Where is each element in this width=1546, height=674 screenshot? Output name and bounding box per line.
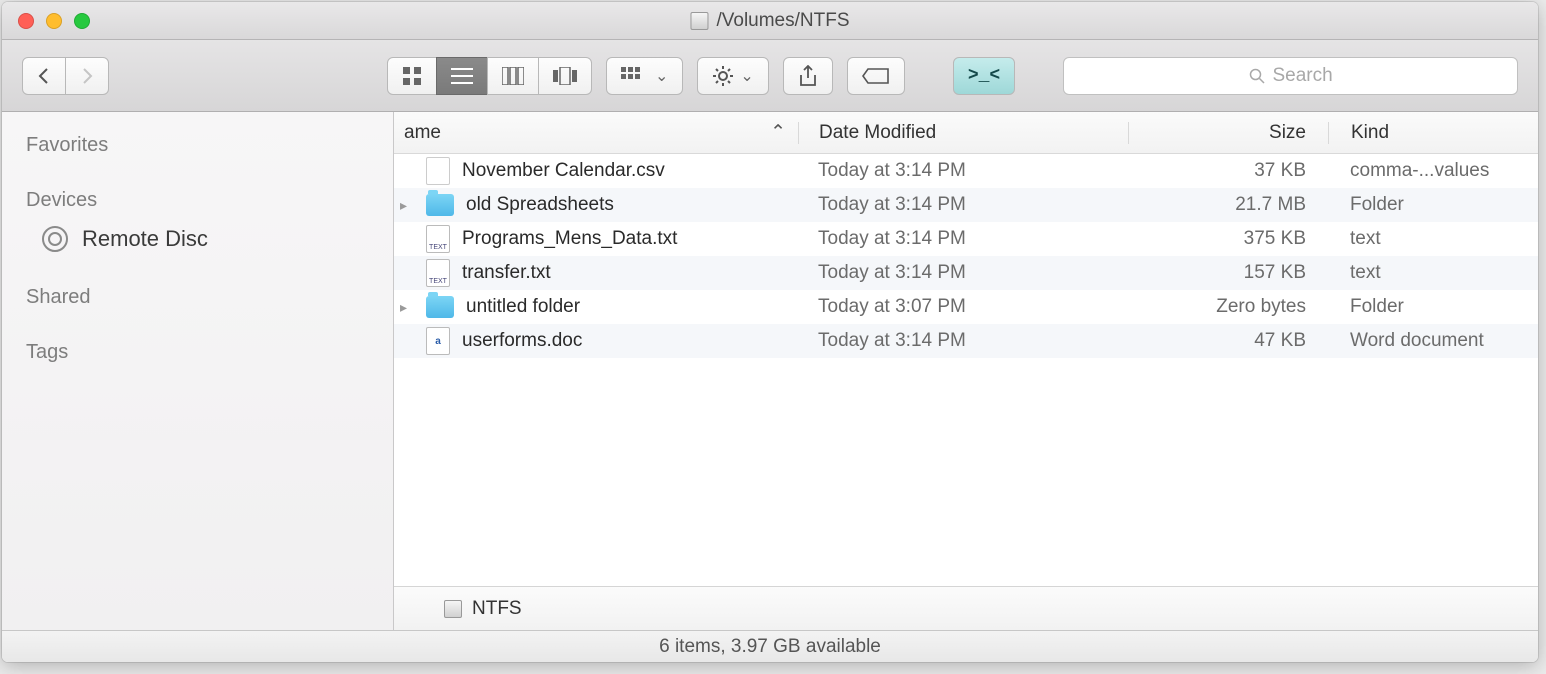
- file-date: Today at 3:14 PM: [798, 194, 1128, 216]
- status-bar: 6 items, 3.97 GB available: [2, 630, 1538, 662]
- action-button[interactable]: ⌄: [697, 57, 768, 95]
- sidebar-favorites-header[interactable]: Favorites: [2, 126, 393, 161]
- table-row[interactable]: November Calendar.csv Today at 3:14 PM37 …: [394, 154, 1538, 188]
- text-file-icon: TEXT: [426, 259, 450, 287]
- sidebar-shared-header[interactable]: Shared: [2, 278, 393, 313]
- sidebar-item-remote-disc[interactable]: Remote Disc: [2, 220, 393, 258]
- table-row[interactable]: a userforms.doc Today at 3:14 PM47 KBWord …: [394, 324, 1538, 358]
- share-button[interactable]: [783, 57, 833, 95]
- file-listing: ame ⌃ Date Modified Size Kind November C…: [394, 112, 1538, 630]
- column-size[interactable]: Size: [1128, 122, 1328, 144]
- zoom-button[interactable]: [74, 13, 90, 29]
- status-text: 6 items, 3.97 GB available: [659, 636, 881, 658]
- title-text: /Volumes/NTFS: [716, 10, 849, 32]
- file-size: 375 KB: [1128, 228, 1328, 250]
- table-row[interactable]: ▸ untitled folder Today at 3:07 PMZero byt…: [394, 290, 1538, 324]
- titlebar: /Volumes/NTFS: [2, 2, 1538, 40]
- column-name[interactable]: ame ⌃: [394, 121, 798, 144]
- table-row[interactable]: ▸ old Spreadsheets Today at 3:14 PM21.7 MB…: [394, 188, 1538, 222]
- disk-icon: [444, 600, 462, 618]
- file-date: Today at 3:07 PM: [798, 296, 1128, 318]
- folder-icon: [426, 194, 454, 216]
- text-file-icon: TEXT: [426, 225, 450, 253]
- file-rows: November Calendar.csvToday at 3:14 PM37 …: [394, 154, 1538, 586]
- sidebar: Favorites Devices Remote Disc Shared Tag…: [2, 112, 394, 630]
- view-buttons: [387, 57, 592, 95]
- remote-disc-icon: [42, 226, 68, 252]
- file-date: Today at 3:14 PM: [798, 228, 1128, 250]
- file-kind: Folder: [1328, 296, 1538, 318]
- file-size: 157 KB: [1128, 262, 1328, 284]
- file-name: Programs_Mens_Data.txt: [462, 228, 677, 250]
- column-date[interactable]: Date Modified: [798, 122, 1128, 144]
- doc-file-icon: a: [426, 327, 450, 355]
- file-name: untitled folder: [466, 296, 580, 318]
- search-field[interactable]: Search: [1063, 57, 1518, 95]
- file-icon: [426, 157, 450, 185]
- path-bar[interactable]: NTFS: [394, 586, 1538, 630]
- disk-icon: [690, 12, 708, 30]
- file-kind: text: [1328, 228, 1538, 250]
- column-kind[interactable]: Kind: [1328, 122, 1538, 144]
- table-row[interactable]: TEXT transfer.txt Today at 3:14 PM157 KBte…: [394, 256, 1538, 290]
- file-name: transfer.txt: [462, 262, 551, 284]
- forward-button[interactable]: [65, 57, 109, 95]
- sidebar-item-label: Remote Disc: [82, 226, 208, 252]
- icon-view-button[interactable]: [387, 57, 437, 95]
- file-size: Zero bytes: [1128, 296, 1328, 318]
- sort-indicator-icon: ⌃: [770, 121, 786, 144]
- search-icon: [1249, 68, 1265, 84]
- file-kind: Word document: [1328, 330, 1538, 352]
- tags-button[interactable]: [847, 57, 905, 95]
- minimize-button[interactable]: [46, 13, 62, 29]
- arrange-button[interactable]: ⌄: [606, 57, 683, 95]
- file-date: Today at 3:14 PM: [798, 330, 1128, 352]
- file-size: 47 KB: [1128, 330, 1328, 352]
- window-title: /Volumes/NTFS: [690, 10, 849, 32]
- window-controls: [2, 13, 90, 29]
- sidebar-devices-header[interactable]: Devices: [2, 181, 393, 216]
- search-placeholder: Search: [1273, 65, 1333, 87]
- table-row[interactable]: TEXT Programs_Mens_Data.txt Today at 3:14 …: [394, 222, 1538, 256]
- column-view-button[interactable]: [487, 57, 539, 95]
- toolbar: ⌄ ⌄ >_< Search: [2, 40, 1538, 112]
- body: Favorites Devices Remote Disc Shared Tag…: [2, 112, 1538, 630]
- file-size: 37 KB: [1128, 160, 1328, 182]
- finder-window: /Volumes/NTFS: [2, 2, 1538, 662]
- back-button[interactable]: [22, 57, 66, 95]
- file-size: 21.7 MB: [1128, 194, 1328, 216]
- disclosure-triangle-icon[interactable]: ▸: [400, 197, 414, 214]
- terminal-button[interactable]: >_<: [953, 57, 1015, 95]
- file-name: November Calendar.csv: [462, 160, 665, 182]
- file-kind: Folder: [1328, 194, 1538, 216]
- folder-icon: [426, 296, 454, 318]
- file-name: old Spreadsheets: [466, 194, 614, 216]
- sidebar-tags-header[interactable]: Tags: [2, 333, 393, 368]
- file-date: Today at 3:14 PM: [798, 262, 1128, 284]
- nav-buttons: [22, 57, 109, 95]
- column-headers: ame ⌃ Date Modified Size Kind: [394, 112, 1538, 154]
- file-name: userforms.doc: [462, 330, 582, 352]
- file-kind: text: [1328, 262, 1538, 284]
- close-button[interactable]: [18, 13, 34, 29]
- file-kind: comma-...values: [1328, 160, 1538, 182]
- list-view-button[interactable]: [436, 57, 488, 95]
- path-name: NTFS: [472, 598, 522, 620]
- file-date: Today at 3:14 PM: [798, 160, 1128, 182]
- coverflow-view-button[interactable]: [538, 57, 592, 95]
- disclosure-triangle-icon[interactable]: ▸: [400, 299, 414, 316]
